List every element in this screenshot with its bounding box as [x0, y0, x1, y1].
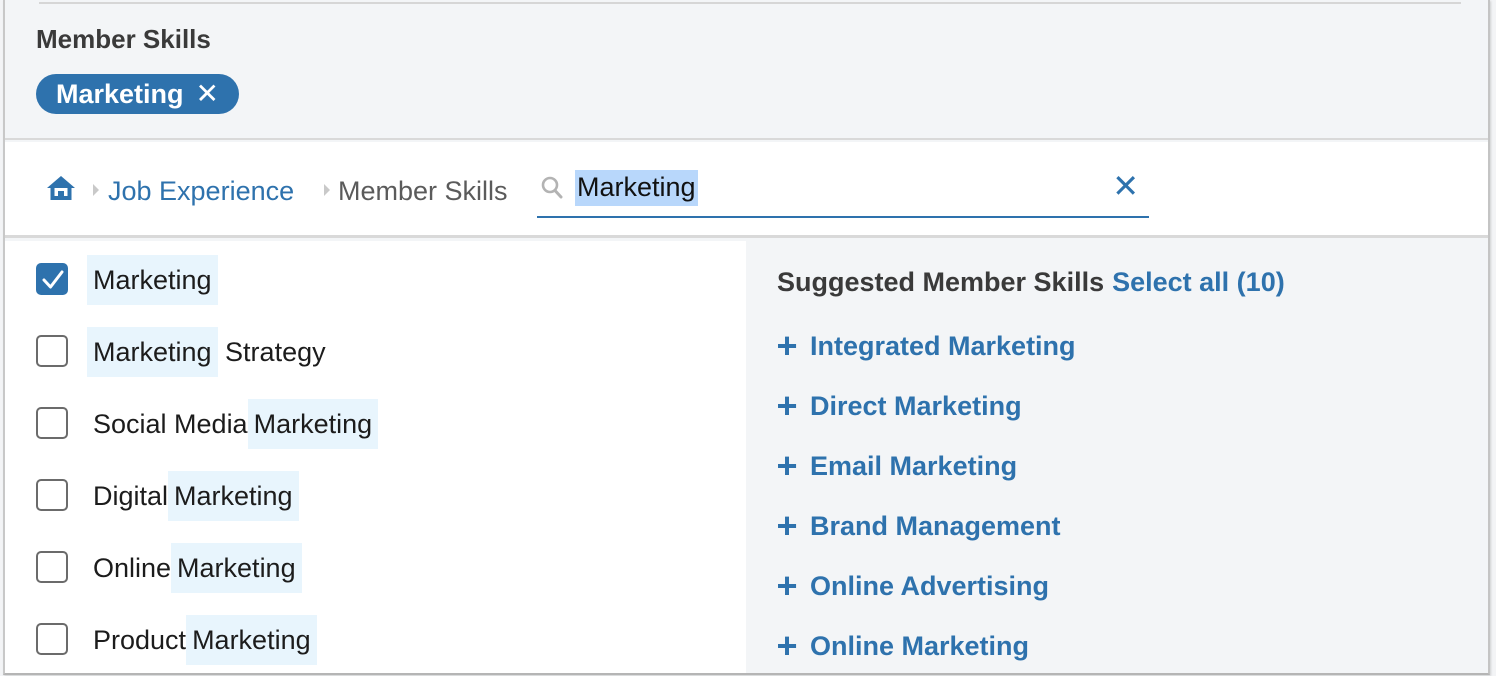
suggested-skill-item[interactable]: + Direct Marketing: [774, 385, 1022, 426]
breadcrumb-separator-icon: [93, 184, 99, 196]
selected-skill-pill[interactable]: Marketing ✕: [36, 74, 239, 114]
checkbox[interactable]: [36, 551, 68, 583]
suggested-skill-label: Email Marketing: [810, 450, 1018, 481]
label-prefix: Digital: [93, 480, 169, 511]
label-prefix: Social Media: [93, 408, 248, 439]
plus-icon: +: [776, 565, 798, 606]
skill-result-row[interactable]: Social Media Marketing: [5, 387, 746, 459]
suggested-skill-label: Online Advertising: [810, 570, 1050, 601]
breadcrumb-bar: Job Experience Member Skills Marketing ✕: [5, 142, 1488, 238]
suggested-skill-label: Online Marketing: [810, 630, 1030, 661]
suggested-skill-item[interactable]: + Integrated Marketing: [774, 325, 1076, 366]
skill-result-label[interactable]: Digital Marketing: [87, 471, 299, 521]
suggested-skill-label: Integrated Marketing: [810, 330, 1076, 361]
skill-search: Marketing ✕: [537, 160, 1149, 218]
home-icon[interactable]: [45, 174, 77, 202]
suggested-skill-label: Direct Marketing: [810, 390, 1022, 421]
skill-result-row[interactable]: Product Marketing: [5, 603, 746, 675]
plus-icon: +: [776, 445, 798, 486]
suggested-skills-heading: Suggested Member Skills Select all (10): [777, 267, 1285, 298]
select-all-link[interactable]: Select all (10): [1112, 267, 1285, 297]
suggested-skills-panel: Suggested Member Skills Select all (10) +…: [746, 241, 1488, 673]
skill-result-row[interactable]: Online Marketing: [5, 531, 746, 603]
checkbox-checked[interactable]: [36, 263, 68, 295]
member-skills-filter-panel: Member Skills Marketing ✕ Job Experience…: [3, 0, 1490, 675]
label-suffix: Strategy: [217, 336, 326, 367]
skill-result-label[interactable]: Marketing: [87, 255, 218, 305]
label-match-highlight: Marketing: [168, 471, 299, 521]
skill-result-label[interactable]: Social Media Marketing: [87, 399, 379, 449]
skill-result-label[interactable]: Marketing Strategy: [87, 327, 326, 377]
skill-result-row[interactable]: Marketing: [5, 243, 746, 315]
search-icon: [541, 176, 563, 199]
skill-result-row[interactable]: Marketing Strategy: [5, 315, 746, 387]
pill-label: Marketing: [56, 78, 184, 109]
filter-header: Member Skills Marketing ✕: [5, 4, 1488, 140]
breadcrumb-job-experience[interactable]: Job Experience: [108, 176, 294, 207]
breadcrumb-separator-icon: [324, 184, 330, 196]
checkbox[interactable]: [36, 623, 68, 655]
label-match-highlight: Marketing: [247, 399, 379, 449]
label-match-highlight: Marketing: [186, 615, 317, 665]
skill-result-label[interactable]: Online Marketing: [87, 543, 302, 593]
plus-icon: +: [776, 385, 798, 426]
breadcrumb-member-skills: Member Skills: [338, 176, 508, 206]
plus-icon: +: [776, 325, 798, 366]
checkbox[interactable]: [36, 407, 68, 439]
close-icon[interactable]: ✕: [1112, 170, 1139, 202]
search-results-list: Marketing Marketing Strategy Social Media M…: [5, 241, 746, 673]
plus-icon: +: [776, 505, 798, 546]
search-input[interactable]: [575, 170, 1095, 208]
skill-result-label[interactable]: Product Marketing: [87, 615, 317, 665]
filter-title: Member Skills: [36, 24, 211, 54]
checkmark-icon: [42, 270, 64, 289]
suggested-skill-item[interactable]: + Email Marketing: [774, 446, 1017, 486]
plus-icon: +: [776, 625, 798, 666]
suggested-skill-item[interactable]: + Brand Management: [774, 505, 1061, 546]
suggested-skill-item[interactable]: + Online Advertising: [774, 566, 1049, 606]
skill-result-row[interactable]: Digital Marketing: [5, 459, 746, 531]
label-match-highlight: Marketing: [87, 327, 218, 377]
checkbox[interactable]: [36, 335, 68, 367]
close-icon[interactable]: ✕: [196, 80, 219, 108]
label-prefix: Online: [93, 552, 172, 583]
suggested-skill-item[interactable]: + Online Marketing: [774, 626, 1029, 666]
suggested-skills-title: Suggested Member Skills: [777, 267, 1105, 297]
checkbox[interactable]: [36, 479, 68, 511]
label-prefix: Product: [93, 624, 187, 655]
suggested-skill-label: Brand Management: [810, 510, 1061, 541]
label-match-highlight: Marketing: [171, 543, 302, 593]
label-match-highlight: Marketing: [87, 255, 218, 305]
